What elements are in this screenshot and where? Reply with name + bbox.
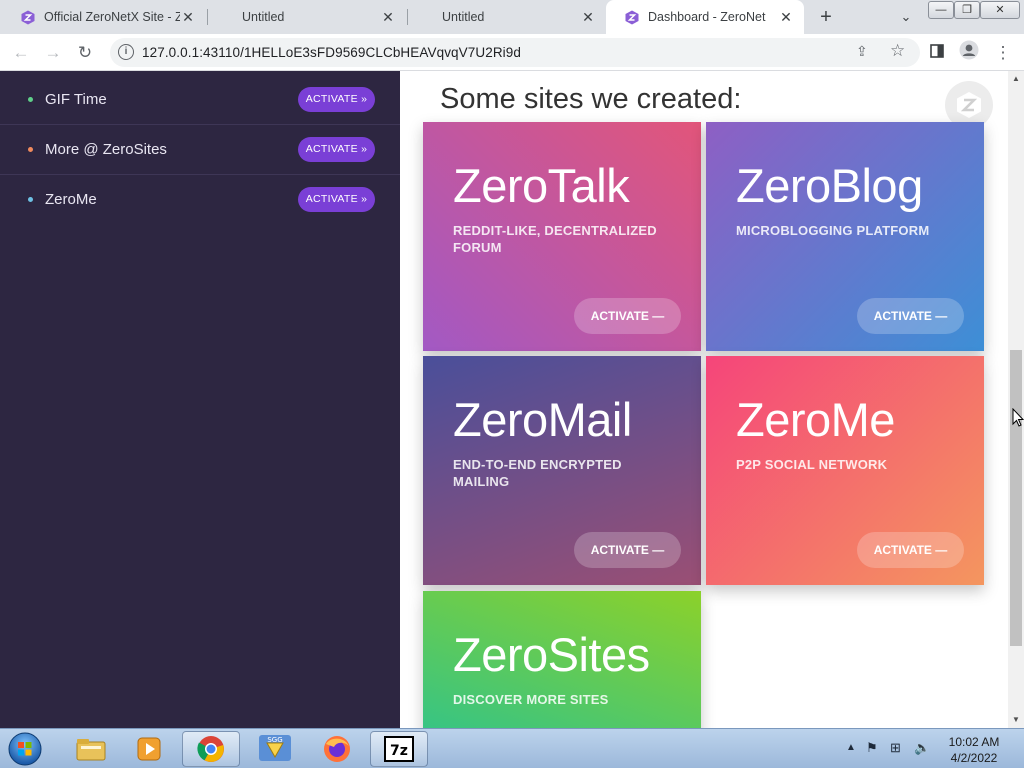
site-info-icon[interactable]: i bbox=[118, 44, 134, 60]
browser-tab-strip: Official ZeroNetX Site - Z ✕ Untitled ✕ … bbox=[0, 0, 1024, 34]
sidebar-item-gif-time[interactable]: GIF Time ACTIVATE » bbox=[0, 75, 400, 125]
forward-arrow-icon[interactable]: → bbox=[40, 40, 66, 66]
sidebar-item-label: ZeroMe bbox=[45, 191, 97, 208]
taskbar-firefox-icon[interactable] bbox=[308, 731, 366, 767]
activate-button[interactable]: ACTIVATE — bbox=[857, 532, 964, 568]
card-description: P2P SOCIAL NETWORK bbox=[736, 457, 888, 472]
taskbar-clock[interactable]: 10:02 AM 4/2/2022 bbox=[940, 734, 1008, 766]
section-title: Some sites we created: bbox=[440, 83, 742, 115]
site-card-zeromail[interactable]: ZeroMail END-TO-END ENCRYPTED MAILING AC… bbox=[423, 356, 701, 585]
card-title: ZeroSites bbox=[453, 628, 650, 681]
card-description: MICROBLOGGING PLATFORM bbox=[736, 223, 930, 238]
card-description: DISCOVER MORE SITES bbox=[453, 692, 609, 707]
bookmark-star-icon[interactable]: ☆ bbox=[890, 41, 905, 61]
activate-button[interactable]: ACTIVATE — bbox=[857, 298, 964, 334]
tab-title: Dashboard - ZeroNet bbox=[648, 10, 766, 24]
mouse-cursor-icon bbox=[1012, 408, 1024, 427]
clock-time: 10:02 AM bbox=[948, 735, 1000, 749]
scroll-down-arrow-icon[interactable]: ▼ bbox=[1008, 712, 1024, 728]
card-title: ZeroTalk bbox=[453, 159, 630, 212]
activate-button[interactable]: ACTIVATE — bbox=[574, 298, 681, 334]
tray-expand-chevron-icon[interactable]: ▲ bbox=[846, 742, 856, 753]
start-button[interactable] bbox=[4, 731, 46, 767]
sidebar-item-zerome[interactable]: ZeroMe ACTIVATE » bbox=[0, 175, 400, 225]
tab-title: Official ZeroNetX Site - Z bbox=[44, 10, 180, 24]
sidebar: GIF Time ACTIVATE » More @ ZeroSites ACT… bbox=[0, 71, 400, 728]
clock-date: 4/2/2022 bbox=[950, 751, 998, 765]
browser-tab-untitled-1[interactable]: Untitled ✕ bbox=[208, 0, 406, 34]
svg-text:7z: 7z bbox=[390, 743, 408, 759]
minimize-window-button[interactable]: — bbox=[928, 1, 954, 19]
address-bar[interactable]: i 127.0.0.1:43110/1HELLoE3sFD9569CLCbHEA… bbox=[110, 38, 920, 67]
taskbar-7zip-icon[interactable]: 7z bbox=[370, 731, 428, 767]
close-tab-icon[interactable]: ✕ bbox=[180, 9, 196, 25]
site-card-zerotalk[interactable]: ZeroTalk REDDIT-LIKE, DECENTRALIZED FORU… bbox=[423, 122, 701, 351]
card-description: END-TO-END ENCRYPTED MAILING bbox=[453, 457, 622, 489]
tray-volume-icon[interactable]: 🔈 bbox=[914, 740, 930, 756]
site-card-zerosites[interactable]: ZeroSites DISCOVER MORE SITES bbox=[423, 591, 701, 728]
tray-network-warning-icon[interactable]: ⚑ bbox=[866, 740, 878, 756]
page-viewport: GIF Time ACTIVATE » More @ ZeroSites ACT… bbox=[0, 71, 1024, 728]
site-card-zerome[interactable]: ZeroMe P2P SOCIAL NETWORK ACTIVATE — bbox=[706, 356, 984, 585]
windows-taskbar: SGG 7z ▲ ⚑ ⊞ 🔈 10:02 AM 4/2/2022 bbox=[0, 728, 1024, 768]
card-title: ZeroMail bbox=[453, 393, 632, 446]
card-description: REDDIT-LIKE, DECENTRALIZED FORUM bbox=[453, 223, 657, 255]
browser-toolbar: ← → ↻ i 127.0.0.1:43110/1HELLoE3sFD9569C… bbox=[0, 34, 1024, 71]
side-panel-icon[interactable] bbox=[924, 40, 950, 66]
status-dot bbox=[28, 197, 33, 202]
zeronet-favicon-icon bbox=[20, 9, 36, 25]
profile-avatar-icon[interactable] bbox=[956, 40, 982, 66]
maximize-window-button[interactable]: ❐ bbox=[954, 1, 980, 19]
scrollbar-thumb[interactable] bbox=[1010, 350, 1022, 646]
status-dot bbox=[28, 147, 33, 152]
activate-button[interactable]: ACTIVATE — bbox=[574, 532, 681, 568]
close-window-button[interactable]: ✕ bbox=[980, 1, 1020, 19]
activate-button[interactable]: ACTIVATE » bbox=[298, 187, 375, 212]
taskbar-downloader-icon[interactable]: SGG bbox=[246, 731, 304, 767]
tab-search-chevron-icon[interactable]: ⌄ bbox=[894, 5, 918, 29]
zeronet-favicon-icon bbox=[624, 9, 640, 25]
taskbar-file-explorer-icon[interactable] bbox=[62, 731, 120, 767]
tab-title: Untitled bbox=[242, 10, 285, 24]
browser-tab-zeronetx[interactable]: Official ZeroNetX Site - Z ✕ bbox=[2, 0, 206, 34]
address-url[interactable]: 127.0.0.1:43110/1HELLoE3sFD9569CLCbHEAVq… bbox=[142, 45, 521, 60]
tab-title: Untitled bbox=[442, 10, 485, 24]
close-tab-icon[interactable]: ✕ bbox=[580, 9, 596, 25]
share-icon[interactable]: ⇪ bbox=[856, 43, 868, 60]
card-title: ZeroMe bbox=[736, 393, 895, 446]
svg-text:SGG: SGG bbox=[267, 736, 282, 744]
tray-monitor-icon[interactable]: ⊞ bbox=[890, 740, 901, 756]
sidebar-item-label: More @ ZeroSites bbox=[45, 141, 167, 158]
new-tab-button[interactable]: + bbox=[814, 5, 838, 29]
reload-icon[interactable]: ↻ bbox=[72, 40, 98, 66]
back-arrow-icon[interactable]: ← bbox=[8, 40, 34, 66]
main-content: Some sites we created: ZeroTalk REDDIT-L… bbox=[400, 71, 1008, 728]
sidebar-item-label: GIF Time bbox=[45, 91, 107, 108]
scroll-up-arrow-icon[interactable]: ▲ bbox=[1008, 71, 1024, 87]
card-title: ZeroBlog bbox=[736, 159, 923, 212]
menu-dots-icon[interactable]: ⋮ bbox=[990, 40, 1016, 66]
close-tab-icon[interactable]: ✕ bbox=[380, 9, 396, 25]
taskbar-media-player-icon[interactable] bbox=[120, 731, 178, 767]
activate-button[interactable]: ACTIVATE » bbox=[298, 137, 375, 162]
taskbar-chrome-icon[interactable] bbox=[182, 731, 240, 767]
page-scrollbar[interactable]: ▲ ▼ bbox=[1008, 71, 1024, 728]
sidebar-item-more-zerosites[interactable]: More @ ZeroSites ACTIVATE » bbox=[0, 125, 400, 175]
status-dot bbox=[28, 97, 33, 102]
close-tab-icon[interactable]: ✕ bbox=[778, 9, 794, 25]
browser-tab-untitled-2[interactable]: Untitled ✕ bbox=[408, 0, 606, 34]
activate-button[interactable]: ACTIVATE » bbox=[298, 87, 375, 112]
browser-tab-dashboard[interactable]: Dashboard - ZeroNet ✕ bbox=[606, 0, 804, 34]
site-card-zeroblog[interactable]: ZeroBlog MICROBLOGGING PLATFORM ACTIVATE… bbox=[706, 122, 984, 351]
